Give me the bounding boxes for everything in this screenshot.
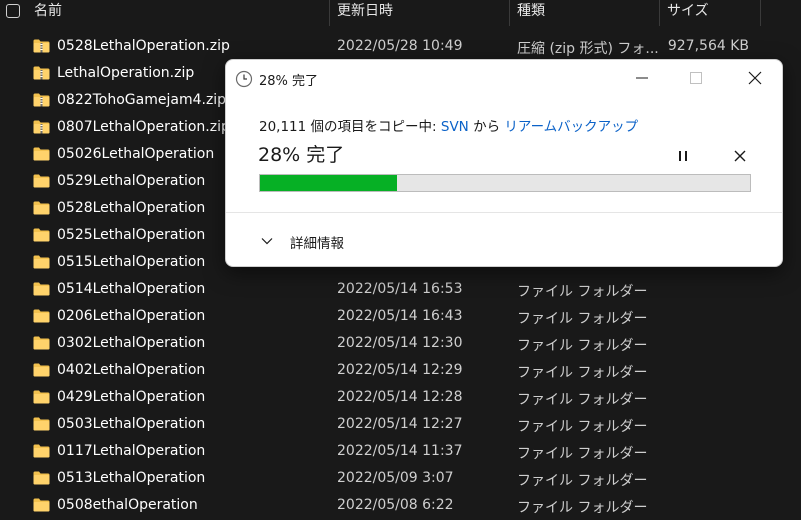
percent-complete: 28% 完了 <box>258 144 345 166</box>
more-details-label: 詳細情報 <box>290 236 344 252</box>
column-type[interactable]: 種類 <box>509 0 545 25</box>
file-date: 2022/05/14 12:29 <box>337 362 463 378</box>
file-row[interactable]: 0513LethalOperation 2022/05/09 3:07 ファイル フ… <box>0 466 801 493</box>
file-row[interactable]: 0429LethalOperation 2022/05/14 12:28 ファイル … <box>0 385 801 412</box>
folder-icon <box>33 336 50 350</box>
file-name: 0529LethalOperation <box>57 173 206 189</box>
file-name: 0525LethalOperation <box>57 227 206 243</box>
folder-icon <box>33 255 50 269</box>
folder-icon <box>33 282 50 296</box>
file-date: 2022/05/14 12:27 <box>337 416 463 432</box>
column-divider[interactable] <box>760 0 761 26</box>
file-date: 2022/05/14 16:53 <box>337 281 463 297</box>
zip-folder-icon <box>33 39 50 53</box>
file-type: ファイル フォルダー <box>517 500 648 516</box>
file-date: 2022/05/14 12:30 <box>337 335 463 351</box>
file-name: 05026LethalOperation <box>57 146 215 162</box>
file-name: 0514LethalOperation <box>57 281 206 297</box>
file-type: 圧縮 (zip 形式) フォ... <box>517 41 659 57</box>
clock-icon <box>235 70 253 88</box>
file-row[interactable]: 0402LethalOperation 2022/05/14 12:29 ファイル … <box>0 358 801 385</box>
file-type: ファイル フォルダー <box>517 284 648 300</box>
file-name: 0117LethalOperation <box>57 443 206 459</box>
copy-progress-dialog: 28% 完了 20,111 個の項目をコピー中: SVN から リアームバックア… <box>225 59 783 267</box>
folder-icon <box>33 174 50 188</box>
source-link[interactable]: SVN <box>441 119 469 135</box>
folder-icon <box>33 471 50 485</box>
file-date: 2022/05/14 11:37 <box>337 443 463 459</box>
file-name: 0807LethalOperation.zip <box>57 119 230 135</box>
file-date: 2022/05/14 12:28 <box>337 389 463 405</box>
column-size[interactable]: サイズ <box>659 0 709 25</box>
file-name: 0528LethalOperation.zip <box>57 38 230 54</box>
folder-icon <box>33 228 50 242</box>
cancel-button[interactable] <box>729 145 751 167</box>
select-all-checkbox[interactable] <box>6 4 20 18</box>
file-type: ファイル フォルダー <box>517 311 648 327</box>
file-name: 0528LethalOperation <box>57 200 206 216</box>
folder-icon <box>33 363 50 377</box>
chevron-down-icon <box>261 238 273 245</box>
file-date: 2022/05/09 3:07 <box>337 470 454 486</box>
file-row[interactable]: 0503LethalOperation 2022/05/14 12:27 ファイル … <box>0 412 801 439</box>
folder-icon <box>33 309 50 323</box>
file-row[interactable]: 0117LethalOperation 2022/05/14 11:37 ファイル … <box>0 439 801 466</box>
file-size: 927,564 KB <box>667 38 749 54</box>
file-row[interactable]: 0528LethalOperation.zip 2022/05/28 10:49 圧… <box>0 34 801 61</box>
file-name: LethalOperation.zip <box>57 65 195 81</box>
dialog-title: 28% 完了 <box>259 74 319 89</box>
file-row[interactable]: 0206LethalOperation 2022/05/14 16:43 ファイル … <box>0 304 801 331</box>
file-name: 0513LethalOperation <box>57 470 206 486</box>
file-name: 0503LethalOperation <box>57 416 206 432</box>
file-row[interactable]: 0302LethalOperation 2022/05/14 12:30 ファイル … <box>0 331 801 358</box>
file-type: ファイル フォルダー <box>517 392 648 408</box>
folder-icon <box>33 498 50 512</box>
file-date: 2022/05/28 10:49 <box>337 38 463 54</box>
folder-icon <box>33 147 50 161</box>
zip-folder-icon <box>33 93 50 107</box>
folder-icon <box>33 417 50 431</box>
folder-icon <box>33 444 50 458</box>
file-name: 0402LethalOperation <box>57 362 206 378</box>
file-name: 0515LethalOperation <box>57 254 206 270</box>
file-name: 0508ethalOperation <box>57 497 198 513</box>
destination-link[interactable]: リアームバックアップ <box>504 119 638 135</box>
column-date[interactable]: 更新日時 <box>329 0 393 25</box>
progress-bar <box>259 174 751 192</box>
zip-folder-icon <box>33 120 50 134</box>
file-name: 0206LethalOperation <box>57 308 206 324</box>
folder-icon <box>33 201 50 215</box>
file-name: 0302LethalOperation <box>57 335 206 351</box>
divider <box>226 212 782 213</box>
file-name: 0429LethalOperation <box>57 389 206 405</box>
file-type: ファイル フォルダー <box>517 446 648 462</box>
file-type: ファイル フォルダー <box>517 473 648 489</box>
file-date: 2022/05/14 16:43 <box>337 308 463 324</box>
column-name[interactable]: 名前 <box>26 0 62 25</box>
copy-count-text: 20,111 個の項目をコピー中: <box>259 119 441 135</box>
file-type: ファイル フォルダー <box>517 365 648 381</box>
maximize-button[interactable] <box>682 65 710 91</box>
column-header: 名前 更新日時 種類 サイズ <box>0 0 801 28</box>
progress-fill <box>260 175 398 191</box>
file-row[interactable]: 0508ethalOperation 2022/05/08 6:22 ファイル フォ… <box>0 493 801 520</box>
close-button[interactable] <box>740 65 770 91</box>
file-date: 2022/05/08 6:22 <box>337 497 454 513</box>
file-type: ファイル フォルダー <box>517 419 648 435</box>
folder-icon <box>33 390 50 404</box>
from-text: から <box>468 119 505 135</box>
zip-folder-icon <box>33 66 50 80</box>
file-name: 0822TohoGamejam4.zip <box>57 92 227 108</box>
minimize-button[interactable] <box>628 65 656 91</box>
pause-button[interactable] <box>672 145 694 167</box>
copy-description: 20,111 個の項目をコピー中: SVN から リアームバックアップ <box>259 115 638 135</box>
file-type: ファイル フォルダー <box>517 338 648 354</box>
file-row[interactable]: 0514LethalOperation 2022/05/14 16:53 ファイル … <box>0 277 801 304</box>
